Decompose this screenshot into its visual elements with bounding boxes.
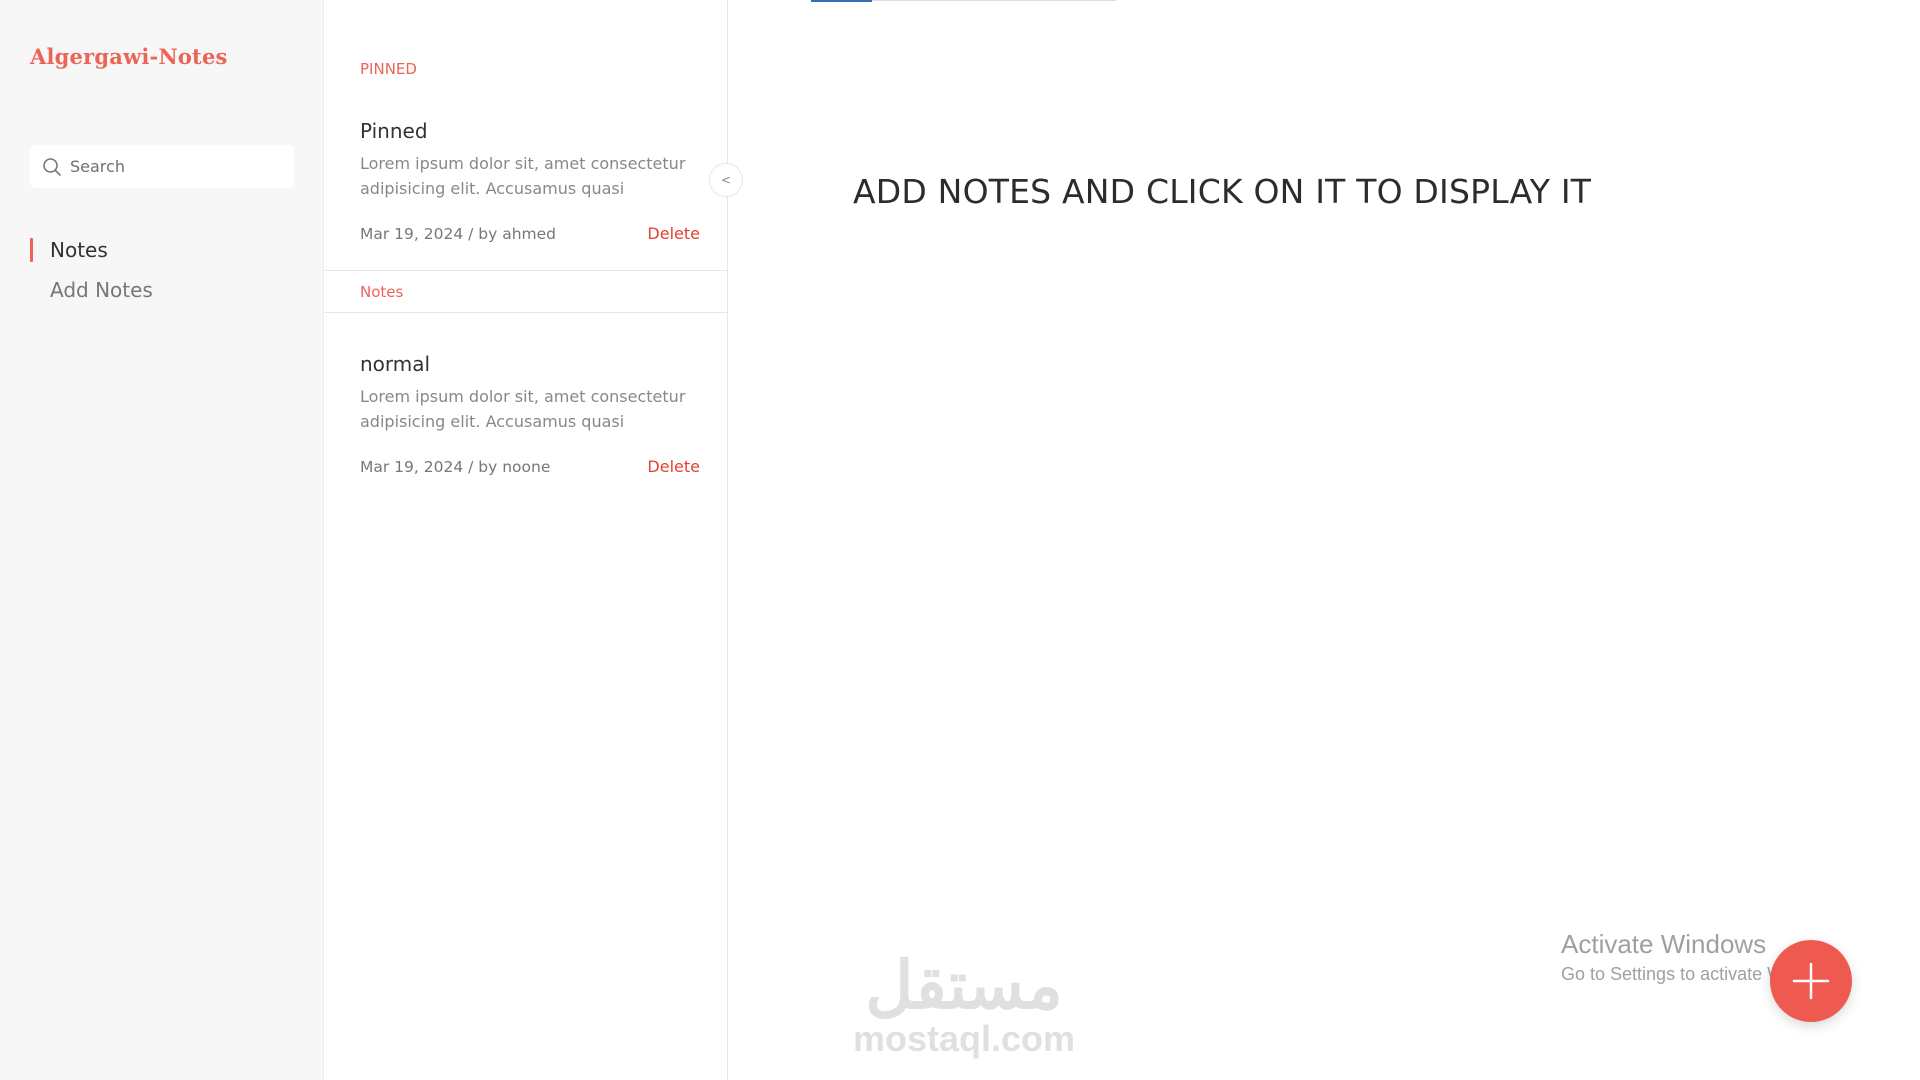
sidebar-nav: Notes Add Notes [30,230,153,310]
brand-logo: Algergawi-Notes [30,44,228,69]
chevron-left-icon: < [720,173,732,187]
note-excerpt: Lorem ipsum dolor sit, amet consectetur … [360,154,686,198]
collapse-panel-button[interactable]: < [709,163,743,197]
note-meta: Mar 19, 2024 / by noone [360,457,551,476]
empty-state-message: ADD NOTES AND CLICK ON IT TO DISPLAY IT [853,172,1592,211]
note-meta-row: Mar 19, 2024 / by noone Delete [360,457,700,476]
note-title: normal [360,352,431,376]
note-card[interactable]: normal Lorem ipsum dolor sit, amet conse… [360,352,700,476]
app-root: Algergawi-Notes Notes Add Notes PINNED P… [0,0,1920,1080]
search-icon [43,157,61,176]
sidebar: Algergawi-Notes Notes Add Notes [0,0,324,1080]
note-excerpt: Lorem ipsum dolor sit, amet consectetur … [360,387,686,431]
note-meta: Mar 19, 2024 / by ahmed [360,224,557,243]
watermark-latin: mostaql.com [852,1018,1076,1059]
nav-item-add-notes[interactable]: Add Notes [30,270,153,310]
search-input[interactable] [70,157,270,176]
notes-list-panel: PINNED Pinned Lorem ipsum dolor sit, ame… [325,0,728,1080]
plus-icon [1792,962,1830,1000]
note-title: Pinned [360,119,428,143]
watermark-arabic: مستقل [865,948,1063,1022]
add-note-button[interactable] [1770,940,1852,1022]
delete-note-button[interactable]: Delete [647,224,700,243]
top-progress-indicator [811,0,872,2]
search-box[interactable] [30,145,294,188]
notes-section-label: Notes [325,270,728,313]
note-card[interactable]: Pinned Lorem ipsum dolor sit, amet conse… [360,119,700,243]
mostaql-watermark: مستقل mostaql.com [846,950,1082,1058]
pinned-section-label: PINNED [360,60,417,78]
delete-note-button[interactable]: Delete [647,457,700,476]
note-meta-row: Mar 19, 2024 / by ahmed Delete [360,224,700,243]
nav-item-notes[interactable]: Notes [30,230,153,270]
